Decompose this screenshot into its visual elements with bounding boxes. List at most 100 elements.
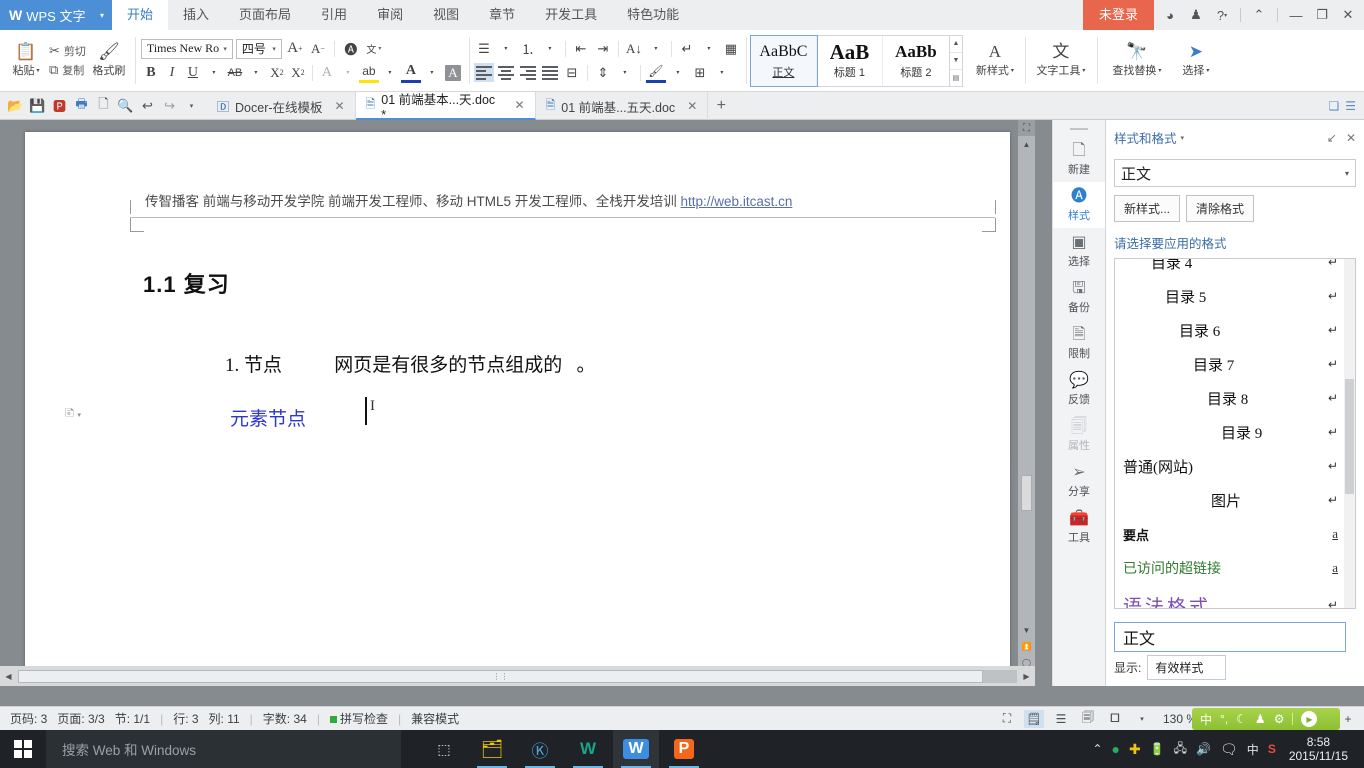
pdf-icon[interactable]: 🅿 — [50, 95, 69, 117]
style-list-item[interactable]: 目录 8 ↵ — [1115, 381, 1344, 415]
style-list-item[interactable]: 目录 4 ↵ — [1115, 259, 1344, 279]
bold-button[interactable]: B — [141, 63, 161, 83]
style-list-item[interactable]: 普通(网站) ↵ — [1115, 449, 1344, 483]
scrollbar-thumb[interactable] — [1021, 475, 1032, 511]
line-spacing-icon[interactable]: ⇕ — [593, 63, 613, 83]
restore-icon[interactable]: ↙ — [1327, 131, 1337, 145]
cut-button[interactable]: ✂ 剪切 — [49, 43, 86, 59]
ribbon-tab-insert[interactable]: 插入 — [168, 0, 224, 30]
current-style-combobox[interactable]: 正文 ▾ — [1114, 159, 1356, 187]
chevron-down-icon[interactable]: ▾ — [712, 63, 732, 83]
chevron-down-icon[interactable]: ▾ — [100, 11, 104, 20]
battery-icon[interactable]: 🔋 — [1150, 742, 1165, 756]
customize-icon[interactable]: ▾ — [182, 95, 201, 117]
numbered-list-icon[interactable]: ⒈ — [518, 39, 538, 59]
align-left-button[interactable] — [473, 63, 494, 82]
action-center-icon[interactable]: 🗨 — [1220, 741, 1238, 758]
style-list-item[interactable]: 图片 ↵ — [1115, 483, 1344, 517]
chevron-down-icon[interactable]: ▾ — [380, 63, 400, 83]
new-tab-button[interactable]: + — [708, 92, 734, 119]
tab-options-icon[interactable]: ☰ — [1345, 99, 1356, 113]
taskbar-app-wps-presentation[interactable]: P — [661, 730, 707, 768]
spellcheck-status[interactable]: 拼写检查 — [329, 710, 388, 727]
style-list-item[interactable]: 目录 7 ↵ — [1115, 347, 1344, 381]
chevron-down-icon[interactable]: ▾ — [246, 63, 266, 83]
distribute-button[interactable]: ⊟ — [562, 63, 582, 83]
grow-font-icon[interactable]: A + — [285, 39, 305, 59]
ribbon-tab-developer[interactable]: 开发工具 — [530, 0, 612, 30]
taskbar-app-kingsoft[interactable]: Ⓚ — [517, 730, 563, 768]
document-tab-active[interactable]: 🗎 01 前端基本...天.doc * ✕ — [355, 92, 536, 122]
scroll-down-icon[interactable]: ▼ — [949, 53, 962, 70]
document-tab-second[interactable]: 🗎 01 前端基...五天.doc ✕ — [536, 92, 709, 120]
style-list-item[interactable]: 目录 5 ↵ — [1115, 279, 1344, 313]
shrink-font-icon[interactable]: A − — [308, 39, 328, 59]
login-button[interactable]: 未登录 — [1082, 0, 1154, 30]
style-heading-2[interactable]: AaBb 标题 2 — [883, 36, 949, 86]
character-shading-icon[interactable]: A — [443, 63, 463, 83]
ribbon-tab-start[interactable]: 开始 — [112, 0, 169, 30]
table-borders-icon[interactable]: ▦ — [721, 39, 741, 59]
task-view-button[interactable]: ⬚ — [421, 730, 467, 768]
close-tab-icon[interactable]: ✕ — [335, 99, 345, 113]
minimize-icon[interactable]: — — [1284, 1, 1308, 29]
ribbon-tab-features[interactable]: 特色功能 — [612, 0, 694, 30]
paste-button[interactable]: 📋 粘贴 ▾ — [5, 30, 47, 91]
rail-item-select[interactable]: ▣ 选择 — [1053, 228, 1106, 274]
rail-item-feedback[interactable]: 💬 反馈 — [1053, 366, 1106, 412]
style-list-item[interactable]: 语法格式 ↵ — [1115, 585, 1344, 609]
font-family-input[interactable]: Times New Ro ▾ — [140, 38, 233, 59]
chevron-down-icon[interactable]: ▾ — [338, 63, 358, 83]
zoom-in-button[interactable]: + — [1338, 710, 1358, 728]
rail-item-share[interactable]: ➢ 分享 — [1053, 458, 1106, 504]
style-list-item[interactable]: 要点 a — [1115, 517, 1344, 551]
undo-icon[interactable]: ↩ — [138, 95, 157, 117]
chevron-down-icon[interactable]: ▾ — [204, 63, 224, 83]
scroll-down-icon[interactable]: ▼ — [1018, 622, 1035, 638]
style-list-scrollbar[interactable] — [1344, 259, 1355, 608]
shirt-icon[interactable]: ♟ — [1255, 712, 1266, 726]
chevron-down-icon[interactable]: ▾ — [1206, 67, 1209, 74]
subscript-button[interactable]: X2 — [288, 63, 308, 83]
page-view-icon[interactable]: 🗒 — [1023, 709, 1044, 728]
header-hyperlink[interactable]: http://web.itcast.cn — [681, 194, 793, 209]
redo-icon[interactable]: ↪ — [160, 95, 179, 117]
chevron-down-icon[interactable]: ▾ — [1181, 134, 1185, 142]
maximize-icon[interactable]: ❐ — [1310, 1, 1334, 29]
globe-icon[interactable]: ◕ — [1158, 1, 1182, 29]
ime-mode-label[interactable]: 中 — [1200, 711, 1212, 728]
decrease-indent-icon[interactable]: ⇤ — [571, 39, 591, 59]
chevron-down-icon[interactable]: ▾ — [1082, 67, 1085, 74]
new-style-button[interactable]: 新样式... — [1114, 195, 1181, 222]
font-color-icon[interactable]: A — [400, 63, 421, 83]
hscroll-track[interactable]: ⋮⋮ — [18, 669, 1017, 683]
print-preview-icon[interactable]: 🗋 — [94, 95, 113, 117]
taskbar-clock[interactable]: 8:58 2015/11/15 — [1285, 735, 1354, 763]
justify-button[interactable] — [540, 63, 560, 82]
rail-item-styles[interactable]: 🅐 样式 — [1052, 182, 1106, 228]
align-right-button[interactable] — [518, 63, 538, 82]
scroll-up-icon[interactable]: ▲ — [949, 36, 962, 53]
chevron-down-icon[interactable]: ▾ — [540, 39, 560, 59]
scroll-up-icon[interactable]: ▲ — [1018, 136, 1035, 152]
underline-button[interactable]: U — [183, 63, 203, 83]
reading-view-icon[interactable]: 🞑 — [1105, 710, 1125, 728]
style-normal[interactable]: AaBbC 正文 — [749, 34, 818, 87]
find-replace-button[interactable]: 🔭 查找替换 ▾ — [1102, 30, 1172, 91]
paste-options-icon[interactable]: 🗈 ▾ — [65, 404, 81, 426]
chevron-down-icon[interactable]: ▾ — [1132, 710, 1152, 728]
close-tab-icon[interactable]: ✕ — [515, 98, 525, 112]
chevron-down-icon[interactable]: ▾ — [646, 39, 666, 59]
new-style-button[interactable]: A 新样式 ▾ — [969, 43, 1021, 78]
style-list-item[interactable]: 目录 6 ↵ — [1115, 313, 1344, 347]
document-canvas[interactable]: 传智播客 前端与移动开发学院 前端开发工程师、移动 HTML5 开发工程师、全栈… — [0, 120, 1035, 686]
select-button[interactable]: ➤ 选择 ▾ — [1172, 30, 1220, 91]
document-tab-docer[interactable]: 🄳 Docer-在线模板 ✕ — [207, 92, 356, 120]
chevron-down-icon[interactable]: ▾ — [496, 39, 516, 59]
scroll-left-icon[interactable]: ◀ — [0, 668, 17, 685]
close-tab-icon[interactable]: ✕ — [687, 99, 697, 113]
open-icon[interactable]: 📂 — [6, 95, 25, 117]
ribbon-tab-review[interactable]: 审阅 — [362, 0, 418, 30]
hscroll-thumb[interactable]: ⋮⋮ — [18, 669, 983, 683]
highlight-color-icon[interactable]: ab — [358, 63, 379, 83]
